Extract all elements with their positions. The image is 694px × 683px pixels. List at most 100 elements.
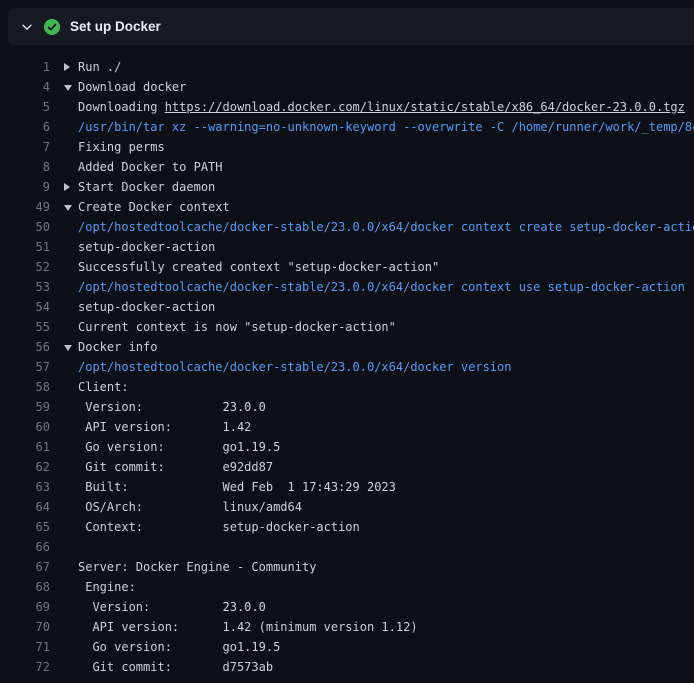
log-line-number[interactable]: 68: [16, 577, 50, 597]
log-line-text: /opt/hostedtoolcache/docker-stable/23.0.…: [78, 280, 685, 294]
log-line: 63 Built: Wed Feb 1 17:43:29 2023: [16, 477, 694, 497]
log-line-text: Version: 23.0.0: [78, 400, 266, 414]
log-line-text: Start Docker daemon: [78, 180, 215, 194]
log-line-number[interactable]: 67: [16, 557, 50, 577]
log-line-number[interactable]: 51: [16, 237, 50, 257]
log-line-number[interactable]: 4: [16, 77, 50, 97]
log-line-text: setup-docker-action: [78, 240, 215, 254]
log-lines: 1 Run ./ 4 Download docker 5 Downloading…: [0, 45, 694, 677]
log-line: 1 Run ./: [16, 57, 694, 77]
log-line-text: API version: 1.42 (minimum version 1.12): [78, 620, 418, 634]
log-line-number[interactable]: 72: [16, 657, 50, 677]
log-line-text: Create Docker context: [78, 200, 230, 214]
log-line-number[interactable]: 63: [16, 477, 50, 497]
log-line-text: Version: 23.0.0: [78, 600, 266, 614]
log-line-text: OS/Arch: linux/amd64: [78, 500, 302, 514]
log-line-text: Go version: go1.19.5: [78, 640, 280, 654]
log-line-text: setup-docker-action: [78, 300, 215, 314]
log-line-number[interactable]: 70: [16, 617, 50, 637]
log-line-text: Successfully created context "setup-dock…: [78, 260, 439, 274]
log-link[interactable]: https://download.docker.com/linux/static…: [165, 100, 685, 114]
log-line-number[interactable]: 57: [16, 357, 50, 377]
log-line: 50 /opt/hostedtoolcache/docker-stable/23…: [16, 217, 694, 237]
log-line: 66: [16, 537, 694, 557]
log-line-number[interactable]: 64: [16, 497, 50, 517]
log-line: 56 Docker info: [16, 337, 694, 357]
log-line: 57 /opt/hostedtoolcache/docker-stable/23…: [16, 357, 694, 377]
log-line: 8 Added Docker to PATH: [16, 157, 694, 177]
log-line: 54 setup-docker-action: [16, 297, 694, 317]
log-line-number[interactable]: 53: [16, 277, 50, 297]
log-line-number[interactable]: 8: [16, 157, 50, 177]
log-line-number[interactable]: 62: [16, 457, 50, 477]
collapse-group-arrow-icon[interactable]: [64, 345, 72, 351]
log-line-text: /opt/hostedtoolcache/docker-stable/23.0.…: [78, 360, 511, 374]
log-line: 72 Git commit: d7573ab: [16, 657, 694, 677]
log-line-number[interactable]: 1: [16, 57, 50, 77]
collapse-group-arrow-icon[interactable]: [64, 85, 72, 91]
log-line: 71 Go version: go1.19.5: [16, 637, 694, 657]
log-line-number[interactable]: 60: [16, 417, 50, 437]
log-line-number[interactable]: 58: [16, 377, 50, 397]
log-line: 61 Go version: go1.19.5: [16, 437, 694, 457]
log-line: 67 Server: Docker Engine - Community: [16, 557, 694, 577]
log-line-text: Docker info: [78, 340, 157, 354]
expand-group-arrow-icon[interactable]: [64, 63, 70, 71]
log-line-number[interactable]: 9: [16, 177, 50, 197]
log-line-text: Downloading https://download.docker.com/…: [78, 100, 685, 114]
log-line: 7 Fixing perms: [16, 137, 694, 157]
log-line: 64 OS/Arch: linux/amd64: [16, 497, 694, 517]
log-line-text: Run ./: [78, 60, 121, 74]
log-line: 9 Start Docker daemon: [16, 177, 694, 197]
log-line-text: /usr/bin/tar xz --warning=no-unknown-key…: [78, 120, 694, 134]
log-line-number[interactable]: 52: [16, 257, 50, 277]
log-line-text: Git commit: e92dd87: [78, 460, 273, 474]
step-header[interactable]: Set up Docker: [8, 8, 694, 45]
log-line: 55 Current context is now "setup-docker-…: [16, 317, 694, 337]
log-line-number[interactable]: 66: [16, 537, 50, 557]
log-line-number[interactable]: 7: [16, 137, 50, 157]
log-line: 60 API version: 1.42: [16, 417, 694, 437]
log-line-number[interactable]: 65: [16, 517, 50, 537]
log-line-text: Fixing perms: [78, 140, 165, 154]
expand-group-arrow-icon[interactable]: [64, 183, 70, 191]
chevron-down-icon[interactable]: [20, 20, 34, 34]
log-line-number[interactable]: 49: [16, 197, 50, 217]
log-line-number[interactable]: 6: [16, 117, 50, 137]
log-line-text: Context: setup-docker-action: [78, 520, 360, 534]
log-line-text: Server: Docker Engine - Community: [78, 560, 316, 574]
log-line-text: Current context is now "setup-docker-act…: [78, 320, 396, 334]
log-line-text: Engine:: [78, 580, 136, 594]
step-title: Set up Docker: [70, 19, 161, 34]
log-line-number[interactable]: 55: [16, 317, 50, 337]
log-line: 49 Create Docker context: [16, 197, 694, 217]
log-line-number[interactable]: 50: [16, 217, 50, 237]
log-line-number[interactable]: 59: [16, 397, 50, 417]
log-line: 53 /opt/hostedtoolcache/docker-stable/23…: [16, 277, 694, 297]
log-line: 4 Download docker: [16, 77, 694, 97]
check-circle-icon: [44, 19, 60, 35]
log-line: 51 setup-docker-action: [16, 237, 694, 257]
log-line: 70 API version: 1.42 (minimum version 1.…: [16, 617, 694, 637]
log-line-number[interactable]: 56: [16, 337, 50, 357]
log-line-number[interactable]: 69: [16, 597, 50, 617]
log-line: 5 Downloading https://download.docker.co…: [16, 97, 694, 117]
log-line: 6 /usr/bin/tar xz --warning=no-unknown-k…: [16, 117, 694, 137]
log-line-number[interactable]: 54: [16, 297, 50, 317]
log-line-text: Added Docker to PATH: [78, 160, 223, 174]
log-line: 69 Version: 23.0.0: [16, 597, 694, 617]
log-link-prefix: Downloading: [78, 100, 165, 114]
log-line-text: Git commit: d7573ab: [78, 660, 273, 674]
log-line-text: Client:: [78, 380, 129, 394]
log-line: 62 Git commit: e92dd87: [16, 457, 694, 477]
log-line-text: Built: Wed Feb 1 17:43:29 2023: [78, 480, 396, 494]
log-line-number[interactable]: 61: [16, 437, 50, 457]
log-line: 65 Context: setup-docker-action: [16, 517, 694, 537]
log-line-number[interactable]: 71: [16, 637, 50, 657]
log-line: 68 Engine:: [16, 577, 694, 597]
log-line-text: Download docker: [78, 80, 186, 94]
log-line-text: API version: 1.42: [78, 420, 251, 434]
log-line-text: /opt/hostedtoolcache/docker-stable/23.0.…: [78, 220, 694, 234]
collapse-group-arrow-icon[interactable]: [64, 205, 72, 211]
log-line-number[interactable]: 5: [16, 97, 50, 117]
